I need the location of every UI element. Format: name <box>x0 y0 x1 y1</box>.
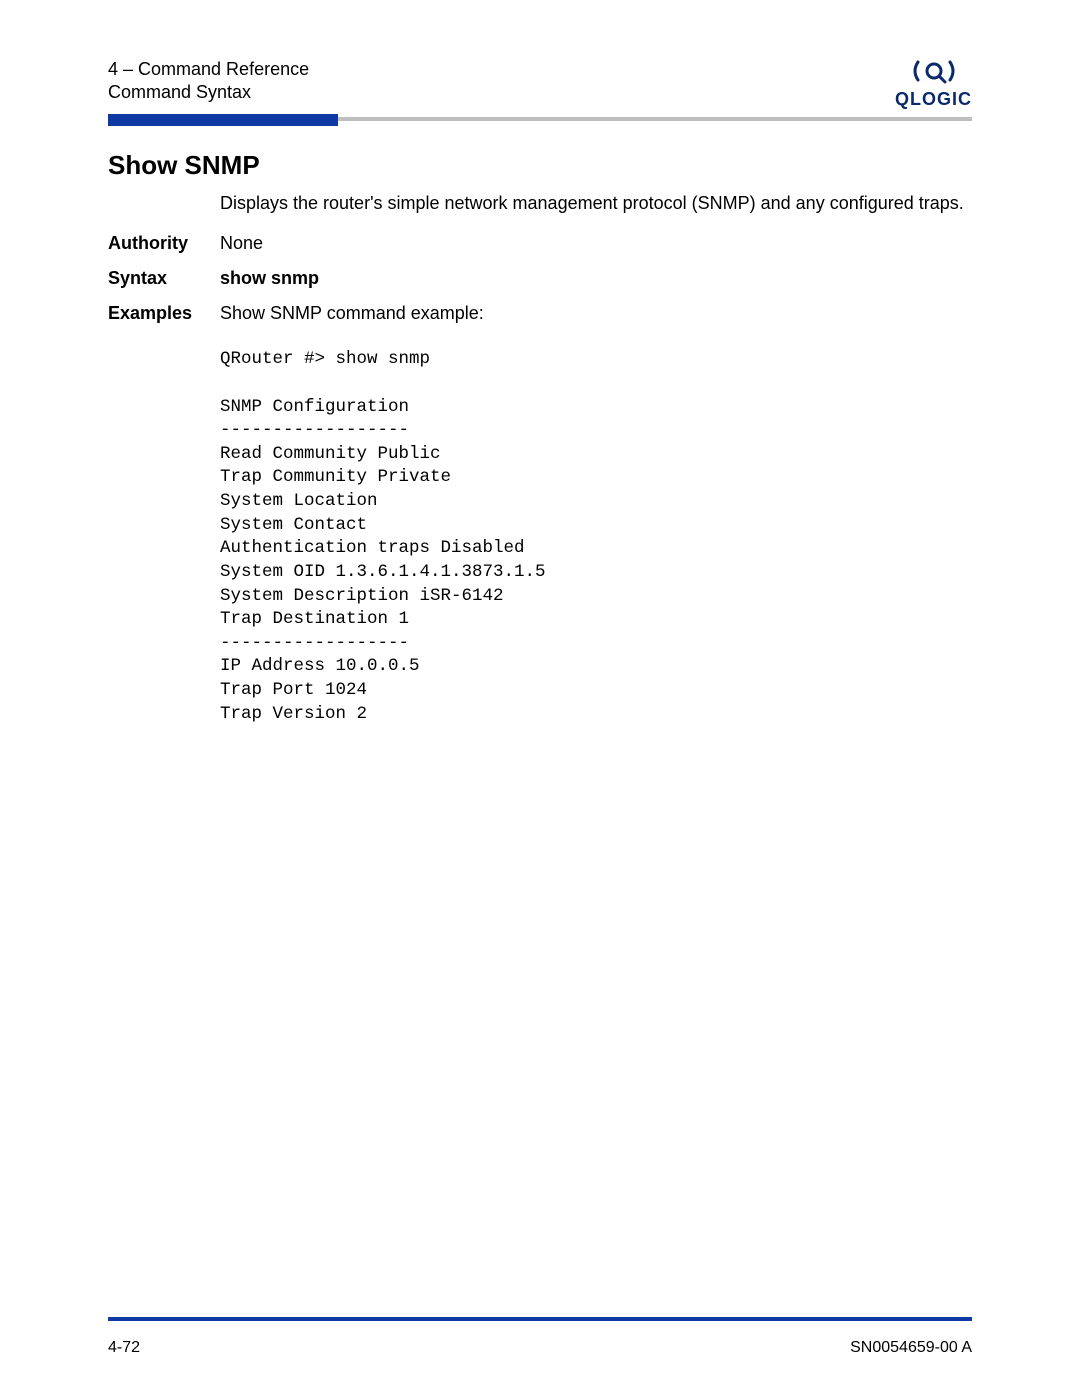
authority-row: Authority None <box>108 233 972 254</box>
examples-row: Examples Show SNMP command example: <box>108 303 972 334</box>
example-output: QRouter #> show snmp SNMP Configuration … <box>220 348 972 726</box>
authority-value: None <box>220 233 972 254</box>
header-rule-line <box>338 117 972 121</box>
header-left: 4 – Command Reference Command Syntax <box>108 58 972 105</box>
page-header: 4 – Command Reference Command Syntax <box>108 58 972 105</box>
syntax-row: Syntax show snmp <box>108 268 972 289</box>
header-rule-accent <box>108 114 338 126</box>
header-section: Command Syntax <box>108 81 972 104</box>
header-chapter: 4 – Command Reference <box>108 58 972 81</box>
brand-logo-text: QLOGIC <box>895 89 972 110</box>
syntax-label: Syntax <box>108 268 220 289</box>
examples-intro: Show SNMP command example: <box>220 303 972 324</box>
examples-label: Examples <box>108 303 220 334</box>
content: Show SNMP Displays the router's simple n… <box>108 150 972 726</box>
command-description: Displays the router's simple network man… <box>220 191 972 215</box>
page-footer: 4-72 SN0054659-00 A <box>108 1339 972 1357</box>
authority-label: Authority <box>108 233 220 254</box>
footer-doc-number: SN0054659-00 A <box>850 1339 972 1357</box>
footer-page-number: 4-72 <box>108 1339 140 1357</box>
brand-logo-icon <box>895 58 972 89</box>
page-title: Show SNMP <box>108 150 972 181</box>
syntax-value: show snmp <box>220 268 972 289</box>
header-rule <box>108 114 972 126</box>
brand-logo: QLOGIC <box>895 58 972 110</box>
footer-rule <box>108 1317 972 1321</box>
